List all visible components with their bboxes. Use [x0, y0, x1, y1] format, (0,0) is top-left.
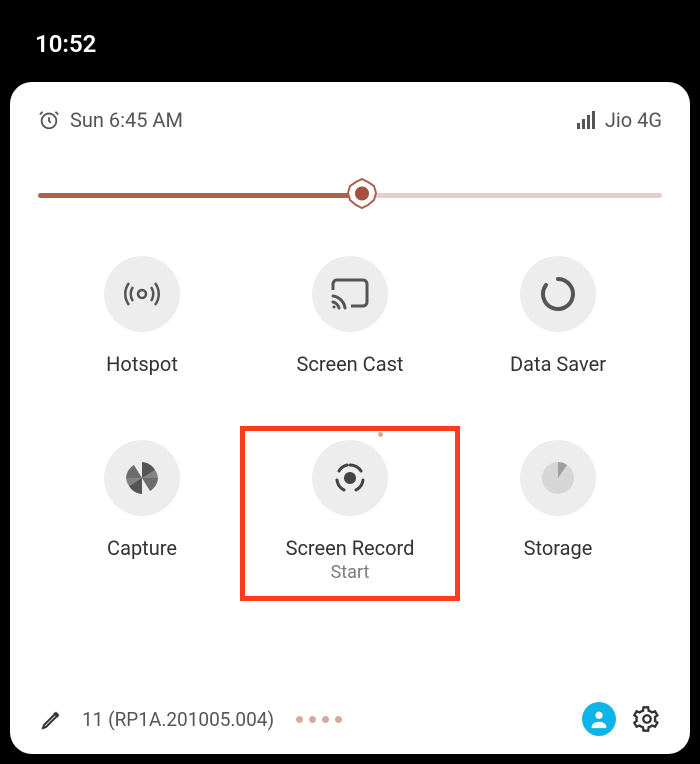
- quick-settings-panel: Sun 6:45 AM Jio 4G: [10, 82, 690, 754]
- tile-capture[interactable]: Capture: [38, 440, 246, 583]
- capture-icon: [104, 440, 180, 516]
- tile-label: Storage: [524, 536, 593, 560]
- tile-label: Screen Cast: [297, 352, 404, 376]
- tiles-grid: Hotspot Screen Cast Data Saver: [38, 256, 662, 583]
- network-label: Jio 4G: [605, 108, 662, 132]
- brightness-slider[interactable]: [38, 180, 662, 210]
- user-avatar[interactable]: [582, 702, 616, 736]
- build-number[interactable]: 11 (RP1A.201005.004): [82, 708, 274, 731]
- alarm-time: Sun 6:45 AM: [70, 108, 183, 132]
- tile-label: Hotspot: [106, 352, 178, 376]
- bottom-bar: 11 (RP1A.201005.004): [38, 682, 662, 736]
- slider-fill: [38, 193, 362, 198]
- record-icon: [312, 440, 388, 516]
- device-clock: 10:52: [35, 30, 96, 58]
- slider-thumb[interactable]: [345, 178, 379, 212]
- tile-label: Capture: [107, 536, 177, 560]
- tile-hotspot[interactable]: Hotspot: [38, 256, 246, 376]
- cast-icon: [312, 256, 388, 332]
- tile-label: Screen Record: [286, 536, 415, 560]
- tile-datasaver[interactable]: Data Saver: [454, 256, 662, 376]
- datasaver-icon: [520, 256, 596, 332]
- indicator-dot: [378, 432, 383, 437]
- tile-label: Data Saver: [510, 352, 606, 376]
- storage-icon: [520, 440, 596, 516]
- signal-icon: [577, 111, 597, 129]
- tile-screenrecord[interactable]: Screen Record Start: [246, 440, 454, 583]
- alarm-icon: [38, 109, 60, 131]
- edit-icon[interactable]: [38, 705, 66, 733]
- status-bar: Sun 6:45 AM Jio 4G: [38, 108, 662, 132]
- page-indicator: [296, 716, 342, 723]
- settings-icon[interactable]: [632, 704, 662, 734]
- tile-screencast[interactable]: Screen Cast: [246, 256, 454, 376]
- tile-storage[interactable]: Storage: [454, 440, 662, 583]
- hotspot-icon: [104, 256, 180, 332]
- tile-sublabel: Start: [331, 562, 370, 583]
